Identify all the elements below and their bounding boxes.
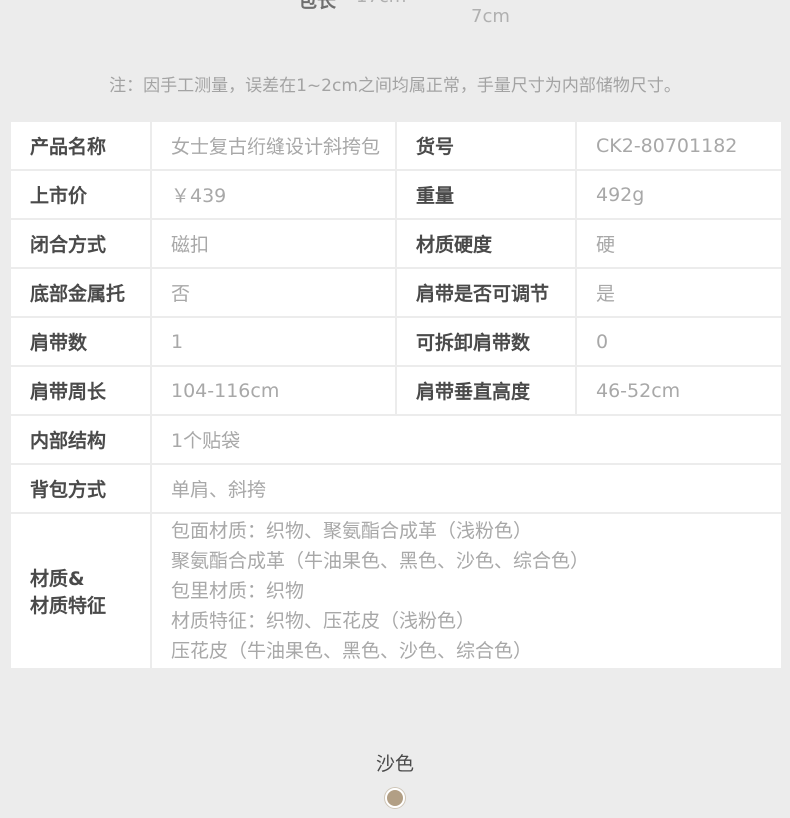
material-line: 包面材质：织物、聚氨酯合成革（浅粉色）: [171, 520, 533, 542]
spec-label-item-number: 货号: [395, 120, 577, 171]
spec-row: 背包方式 单肩、斜挎: [9, 463, 783, 514]
spec-value-strap-drop: 46-52cm: [575, 365, 783, 416]
spec-value-metal-base: 否: [150, 267, 397, 318]
material-line: 包里材质：织物: [171, 580, 305, 602]
spec-row: 上市价 ￥439 重量 492g: [9, 169, 783, 220]
spec-row: 内部结构 1个贴袋: [9, 414, 783, 465]
spec-label-hardness: 材质硬度: [395, 218, 577, 269]
spec-label-strap-count: 肩带数: [9, 316, 152, 367]
spec-label-metal-base: 底部金属托: [9, 267, 152, 318]
top-dimension: 包长 17cm 7cm: [0, 0, 790, 30]
spec-value-closure: 磁扣: [150, 218, 397, 269]
spec-label-closure: 闭合方式: [9, 218, 152, 269]
material-line: 材质特征：织物、压花皮（浅粉色）: [171, 610, 476, 632]
spec-value-strap-count: 1: [150, 316, 397, 367]
spec-label-material-line1: 材质&: [30, 568, 85, 590]
spec-row-material: 材质& 材质特征 包面材质：织物、聚氨酯合成革（浅粉色） 聚氨酯合成革（牛油果色…: [9, 512, 783, 670]
spec-value-strap-length: 104-116cm: [150, 365, 397, 416]
spec-label-strap-length: 肩带周长: [9, 365, 152, 416]
spec-value-hardness: 硬: [575, 218, 783, 269]
spec-label-material: 材质& 材质特征: [9, 512, 152, 670]
spec-label-price: 上市价: [9, 169, 152, 220]
spec-label-carry-style: 背包方式: [9, 463, 152, 514]
dimension-value: 7cm: [471, 6, 510, 27]
spec-row: 底部金属托 否 肩带是否可调节 是: [9, 267, 783, 318]
spec-value-interior: 1个贴袋: [150, 414, 783, 465]
spec-label-strap-drop: 肩带垂直高度: [395, 365, 577, 416]
spec-value-carry-style: 单肩、斜挎: [150, 463, 783, 514]
dimension-label: 包长: [298, 0, 337, 12]
spec-row: 闭合方式 磁扣 材质硬度 硬: [9, 218, 783, 269]
material-line: 压花皮（牛油果色、黑色、沙色、综合色）: [171, 640, 533, 662]
spec-row: 产品名称 女士复古绗缝设计斜挎包 货号 CK2-80701182: [9, 120, 783, 171]
spec-label-strap-adjustable: 肩带是否可调节: [395, 267, 577, 318]
spec-label-material-line2: 材质特征: [30, 595, 107, 617]
spec-value-weight: 492g: [575, 169, 783, 220]
spec-label-product-name: 产品名称: [9, 120, 152, 171]
spec-label-weight: 重量: [395, 169, 577, 220]
color-swatch-sand[interactable]: [385, 788, 405, 808]
spec-value-item-number: CK2-80701182: [575, 120, 783, 171]
spec-label-interior: 内部结构: [9, 414, 152, 465]
spec-row: 肩带周长 104-116cm 肩带垂直高度 46-52cm: [9, 365, 783, 416]
spec-value-product-name: 女士复古绗缝设计斜挎包: [150, 120, 397, 171]
spec-row: 肩带数 1 可拆卸肩带数 0: [9, 316, 783, 367]
spec-value-detachable-straps: 0: [575, 316, 783, 367]
material-line: 聚氨酯合成革（牛油果色、黑色、沙色、综合色）: [171, 550, 590, 572]
spec-value-price: ￥439: [150, 169, 397, 220]
color-option-label: 沙色: [375, 753, 414, 775]
dimension-value-partial: 17cm: [356, 0, 406, 7]
spec-value-strap-adjustable: 是: [575, 267, 783, 318]
spec-label-detachable-straps: 可拆卸肩带数: [395, 316, 577, 367]
spec-value-material: 包面材质：织物、聚氨酯合成革（浅粉色） 聚氨酯合成革（牛油果色、黑色、沙色、综合…: [150, 512, 783, 670]
spec-table: 产品名称 女士复古绗缝设计斜挎包 货号 CK2-80701182 上市价 ￥43…: [9, 120, 783, 670]
measurement-note: 注：因手工测量，误差在1~2cm之间均属正常，手量尺寸为内部储物尺寸。: [109, 76, 681, 96]
